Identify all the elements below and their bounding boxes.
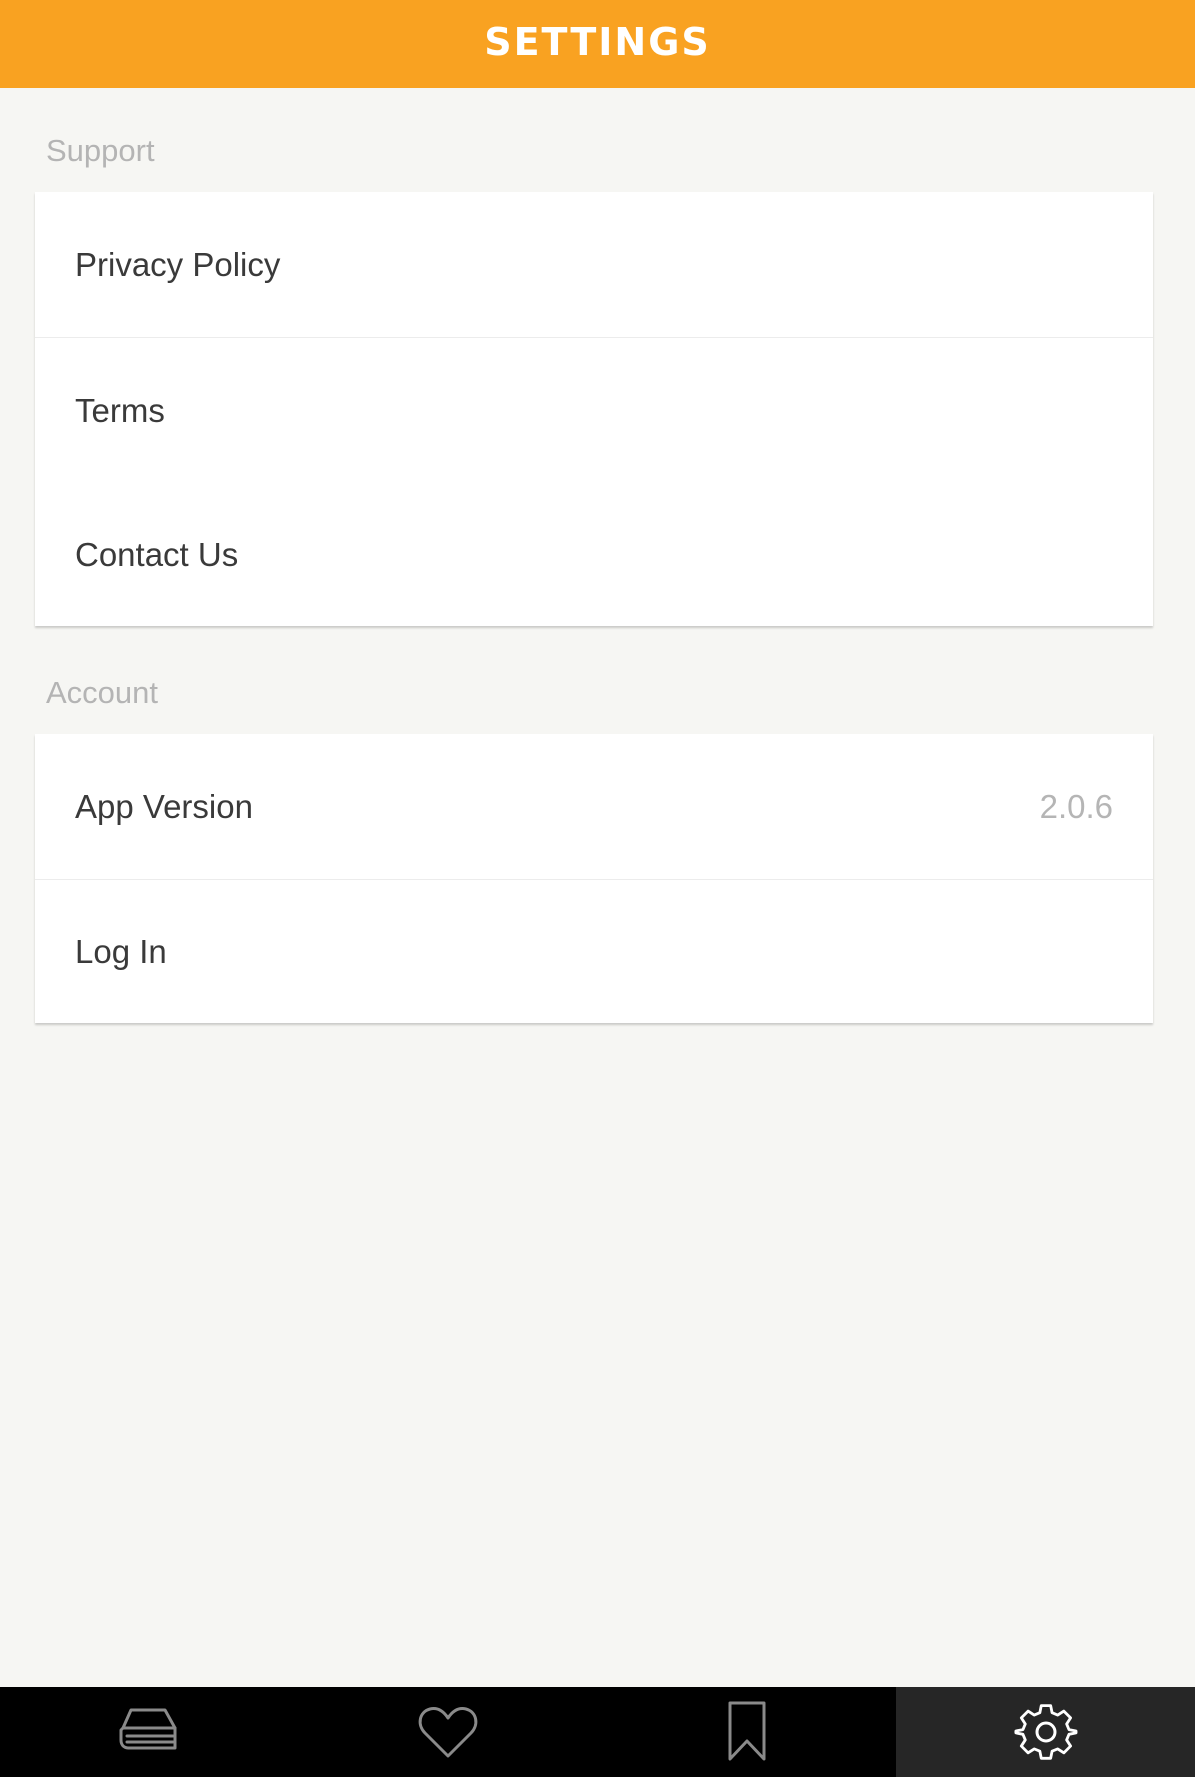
terms-label: Terms xyxy=(75,392,165,429)
account-card: App Version 2.0.6 Log In xyxy=(35,734,1153,1023)
log-in-label: Log In xyxy=(75,932,167,970)
tab-library[interactable] xyxy=(0,1687,299,1777)
account-section-label: Account xyxy=(46,675,159,710)
app-version-row: App Version 2.0.6 xyxy=(35,734,1153,880)
tab-bookmarks[interactable] xyxy=(598,1687,897,1777)
support-card: Privacy Policy Terms Contact Us xyxy=(35,192,1153,626)
privacy-policy-row[interactable]: Privacy Policy xyxy=(35,192,1153,338)
gear-icon xyxy=(1014,1704,1078,1760)
terms-row[interactable]: Terms xyxy=(35,338,1153,484)
top-app-bar: SETTINGS xyxy=(0,0,1195,88)
settings-screen: SETTINGS Support Privacy Policy Terms Co… xyxy=(0,0,1195,1777)
app-version-value: 2.0.6 xyxy=(1039,787,1113,825)
bottom-navigation-bar xyxy=(0,1687,1195,1777)
heart-icon xyxy=(418,1707,478,1758)
bookmark-icon xyxy=(728,1701,766,1761)
tab-settings[interactable] xyxy=(896,1687,1195,1777)
app-version-label: App Version xyxy=(75,787,253,825)
book-icon xyxy=(119,1708,177,1750)
log-in-row[interactable]: Log In xyxy=(35,880,1153,1023)
contact-us-label: Contact Us xyxy=(75,536,239,573)
page-title: SETTINGS xyxy=(484,20,711,64)
tab-favorites[interactable] xyxy=(299,1687,598,1777)
contact-us-row[interactable]: Contact Us xyxy=(35,484,1153,626)
privacy-policy-label: Privacy Policy xyxy=(75,245,281,283)
support-section-label: Support xyxy=(46,133,155,168)
